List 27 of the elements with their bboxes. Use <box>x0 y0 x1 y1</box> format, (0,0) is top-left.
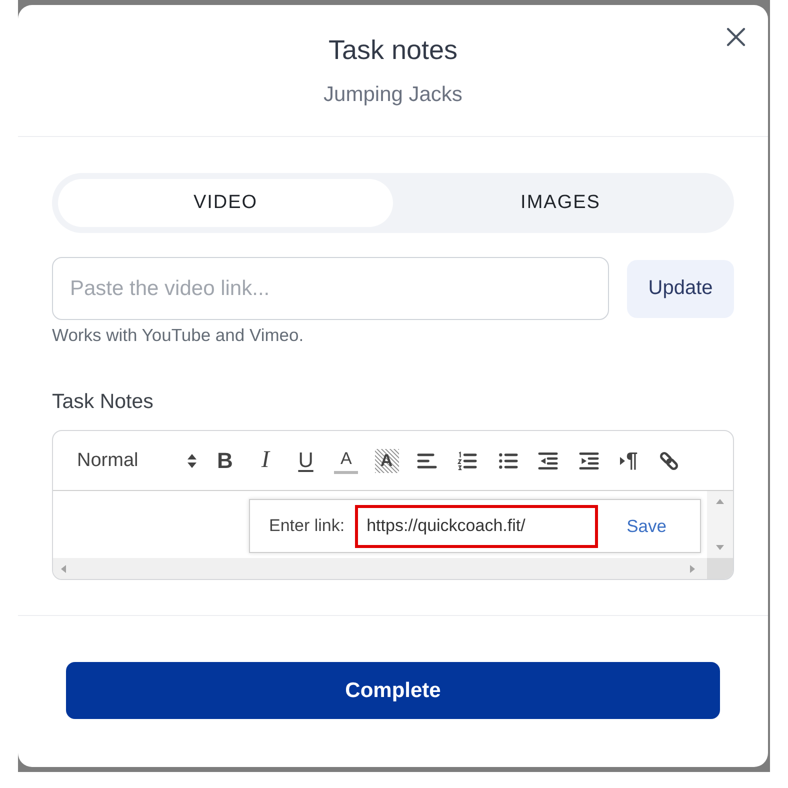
text-direction-button[interactable]: ¶ <box>614 446 644 476</box>
enter-link-label: Enter link: <box>269 516 345 536</box>
close-button[interactable] <box>726 27 746 47</box>
dialog-subtitle: Jumping Jacks <box>324 82 462 108</box>
save-link[interactable]: Save <box>626 516 666 536</box>
task-notes-label: Task Notes <box>52 389 154 415</box>
link-icon <box>658 450 680 472</box>
up-down-caret-icon <box>187 452 197 468</box>
update-button[interactable]: Update <box>627 260 734 318</box>
triangle-icon <box>620 456 626 464</box>
hint-text: Works with YouTube and Vimeo. <box>52 324 305 346</box>
tab[interactable]: IMAGES <box>393 179 728 227</box>
color-button[interactable]: A <box>334 448 358 474</box>
close-icon <box>726 27 746 47</box>
outdent-icon <box>537 450 560 472</box>
dialog-title: Task notes <box>328 34 458 67</box>
underline-button[interactable]: U <box>294 446 318 476</box>
bold-button[interactable]: B <box>210 446 240 476</box>
video-link-input[interactable]: Paste the video link... <box>52 257 609 320</box>
indent-icon <box>578 450 600 472</box>
link-input-field[interactable]: https://quickcoach.fit/ <box>354 504 598 548</box>
italic-button[interactable]: I <box>250 446 280 476</box>
tab[interactable]: VIDEO <box>58 179 393 227</box>
format-picker[interactable]: Normal <box>77 450 200 472</box>
complete-button[interactable]: Complete <box>66 662 720 719</box>
background-button[interactable]: A <box>374 448 399 472</box>
numbered-list-icon <box>456 450 478 472</box>
